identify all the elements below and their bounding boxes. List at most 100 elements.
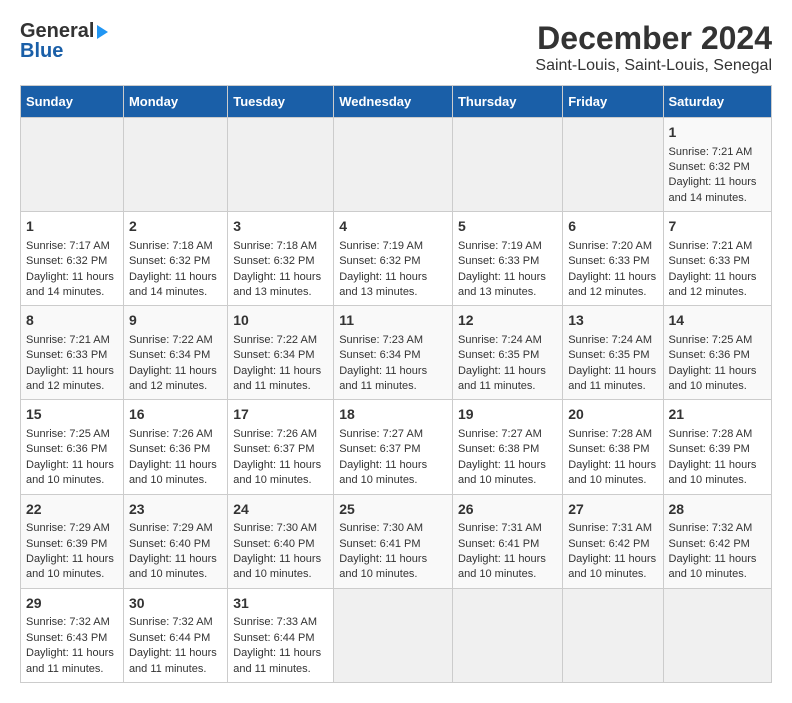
daylight-text: Daylight: 11 hours and 13 minutes. <box>458 271 546 298</box>
sunset-text: Sunset: 6:40 PM <box>233 538 314 550</box>
sunrise-text: Sunrise: 7:26 AM <box>129 428 213 440</box>
table-row: 9Sunrise: 7:22 AMSunset: 6:34 PMDaylight… <box>123 306 227 400</box>
daylight-text: Daylight: 11 hours and 13 minutes. <box>233 271 321 298</box>
sunset-text: Sunset: 6:39 PM <box>26 538 107 550</box>
calendar-header-row: Sunday Monday Tuesday Wednesday Thursday… <box>21 86 772 118</box>
day-number: 11 <box>339 311 447 331</box>
table-row: 14Sunrise: 7:25 AMSunset: 6:36 PMDayligh… <box>663 306 771 400</box>
sunset-text: Sunset: 6:44 PM <box>129 632 210 644</box>
day-number: 13 <box>568 311 657 331</box>
day-number: 5 <box>458 217 557 237</box>
sunrise-text: Sunrise: 7:27 AM <box>339 428 423 440</box>
sunrise-text: Sunrise: 7:21 AM <box>669 240 753 252</box>
sunrise-text: Sunrise: 7:21 AM <box>669 146 753 158</box>
table-row <box>452 588 562 682</box>
sunrise-text: Sunrise: 7:33 AM <box>233 616 317 628</box>
daylight-text: Daylight: 11 hours and 10 minutes. <box>458 459 546 486</box>
sunset-text: Sunset: 6:41 PM <box>339 538 420 550</box>
table-row: 13Sunrise: 7:24 AMSunset: 6:35 PMDayligh… <box>563 306 663 400</box>
table-row: 26Sunrise: 7:31 AMSunset: 6:41 PMDayligh… <box>452 494 562 588</box>
table-row: 20Sunrise: 7:28 AMSunset: 6:38 PMDayligh… <box>563 400 663 494</box>
subtitle: Saint-Louis, Saint-Louis, Senegal <box>535 57 772 75</box>
table-row: 8Sunrise: 7:21 AMSunset: 6:33 PMDaylight… <box>21 306 124 400</box>
day-number: 6 <box>568 217 657 237</box>
daylight-text: Daylight: 11 hours and 10 minutes. <box>129 459 217 486</box>
table-row <box>334 118 453 212</box>
sunrise-text: Sunrise: 7:22 AM <box>129 334 213 346</box>
calendar-week-row: 8Sunrise: 7:21 AMSunset: 6:33 PMDaylight… <box>21 306 772 400</box>
table-row: 31Sunrise: 7:33 AMSunset: 6:44 PMDayligh… <box>228 588 334 682</box>
sunset-text: Sunset: 6:43 PM <box>26 632 107 644</box>
sunrise-text: Sunrise: 7:29 AM <box>129 522 213 534</box>
table-row: 15Sunrise: 7:25 AMSunset: 6:36 PMDayligh… <box>21 400 124 494</box>
table-row: 1Sunrise: 7:17 AMSunset: 6:32 PMDaylight… <box>21 212 124 306</box>
page-header: General Blue December 2024 Saint-Louis, … <box>20 20 772 75</box>
daylight-text: Daylight: 11 hours and 14 minutes. <box>129 271 217 298</box>
sunrise-text: Sunrise: 7:31 AM <box>568 522 652 534</box>
table-row: 1Sunrise: 7:21 AMSunset: 6:32 PMDaylight… <box>663 118 771 212</box>
main-title: December 2024 <box>535 20 772 57</box>
daylight-text: Daylight: 11 hours and 11 minutes. <box>129 647 217 674</box>
day-number: 21 <box>669 405 766 425</box>
day-number: 31 <box>233 594 328 614</box>
sunrise-text: Sunrise: 7:19 AM <box>339 240 423 252</box>
col-tuesday: Tuesday <box>228 86 334 118</box>
table-row <box>228 118 334 212</box>
sunset-text: Sunset: 6:33 PM <box>568 255 649 267</box>
daylight-text: Daylight: 11 hours and 10 minutes. <box>339 553 427 580</box>
day-number: 27 <box>568 500 657 520</box>
daylight-text: Daylight: 11 hours and 10 minutes. <box>129 553 217 580</box>
daylight-text: Daylight: 11 hours and 10 minutes. <box>458 553 546 580</box>
logo-general-text: General <box>20 20 94 42</box>
sunrise-text: Sunrise: 7:19 AM <box>458 240 542 252</box>
sunrise-text: Sunrise: 7:27 AM <box>458 428 542 440</box>
day-number: 7 <box>669 217 766 237</box>
day-number: 2 <box>129 217 222 237</box>
sunset-text: Sunset: 6:34 PM <box>233 349 314 361</box>
daylight-text: Daylight: 11 hours and 13 minutes. <box>339 271 427 298</box>
daylight-text: Daylight: 11 hours and 11 minutes. <box>568 365 656 392</box>
day-number: 18 <box>339 405 447 425</box>
daylight-text: Daylight: 11 hours and 12 minutes. <box>568 271 656 298</box>
day-number: 10 <box>233 311 328 331</box>
table-row <box>21 118 124 212</box>
table-row: 17Sunrise: 7:26 AMSunset: 6:37 PMDayligh… <box>228 400 334 494</box>
sunrise-text: Sunrise: 7:20 AM <box>568 240 652 252</box>
sunrise-text: Sunrise: 7:29 AM <box>26 522 110 534</box>
sunset-text: Sunset: 6:35 PM <box>458 349 539 361</box>
sunset-text: Sunset: 6:40 PM <box>129 538 210 550</box>
day-number: 20 <box>568 405 657 425</box>
daylight-text: Daylight: 11 hours and 14 minutes. <box>669 176 757 203</box>
sunset-text: Sunset: 6:34 PM <box>129 349 210 361</box>
table-row: 21Sunrise: 7:28 AMSunset: 6:39 PMDayligh… <box>663 400 771 494</box>
day-number: 16 <box>129 405 222 425</box>
sunset-text: Sunset: 6:36 PM <box>129 443 210 455</box>
sunrise-text: Sunrise: 7:28 AM <box>568 428 652 440</box>
sunset-text: Sunset: 6:42 PM <box>669 538 750 550</box>
daylight-text: Daylight: 11 hours and 10 minutes. <box>568 553 656 580</box>
sunrise-text: Sunrise: 7:30 AM <box>233 522 317 534</box>
table-row: 27Sunrise: 7:31 AMSunset: 6:42 PMDayligh… <box>563 494 663 588</box>
col-wednesday: Wednesday <box>334 86 453 118</box>
table-row <box>452 118 562 212</box>
sunset-text: Sunset: 6:38 PM <box>568 443 649 455</box>
sunset-text: Sunset: 6:37 PM <box>233 443 314 455</box>
sunrise-text: Sunrise: 7:23 AM <box>339 334 423 346</box>
col-monday: Monday <box>123 86 227 118</box>
table-row: 4Sunrise: 7:19 AMSunset: 6:32 PMDaylight… <box>334 212 453 306</box>
logo-arrow-icon <box>97 25 108 39</box>
day-number: 17 <box>233 405 328 425</box>
sunrise-text: Sunrise: 7:24 AM <box>458 334 542 346</box>
day-number: 25 <box>339 500 447 520</box>
day-number: 29 <box>26 594 118 614</box>
day-number: 19 <box>458 405 557 425</box>
day-number: 15 <box>26 405 118 425</box>
table-row <box>663 588 771 682</box>
sunset-text: Sunset: 6:38 PM <box>458 443 539 455</box>
daylight-text: Daylight: 11 hours and 10 minutes. <box>669 459 757 486</box>
sunset-text: Sunset: 6:34 PM <box>339 349 420 361</box>
table-row: 28Sunrise: 7:32 AMSunset: 6:42 PMDayligh… <box>663 494 771 588</box>
daylight-text: Daylight: 11 hours and 11 minutes. <box>233 647 321 674</box>
daylight-text: Daylight: 11 hours and 10 minutes. <box>669 365 757 392</box>
sunset-text: Sunset: 6:32 PM <box>129 255 210 267</box>
